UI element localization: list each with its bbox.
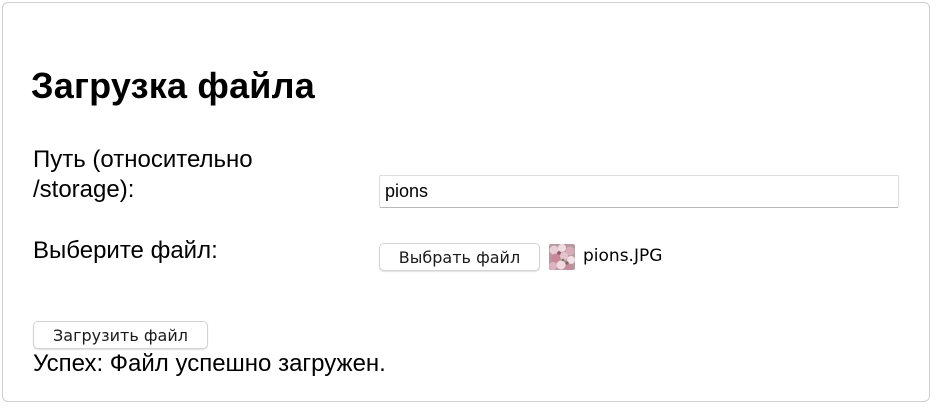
status-message: Успех: Файл успешно загружен. [33,350,386,377]
choose-file-button[interactable]: Выбрать файл [379,243,540,271]
path-input[interactable] [379,175,899,208]
path-label: Путь (относительно /storage): [33,146,253,203]
image-thumbnail-icon [549,244,575,270]
upload-button[interactable]: Загрузить файл [33,321,208,349]
file-label: Выберите файл: [33,237,218,264]
selected-file-name: pions.JPG [583,246,663,266]
page-title: Загрузка файла [31,65,315,106]
upload-panel: Загрузка файла Путь (относительно /stora… [2,2,930,402]
